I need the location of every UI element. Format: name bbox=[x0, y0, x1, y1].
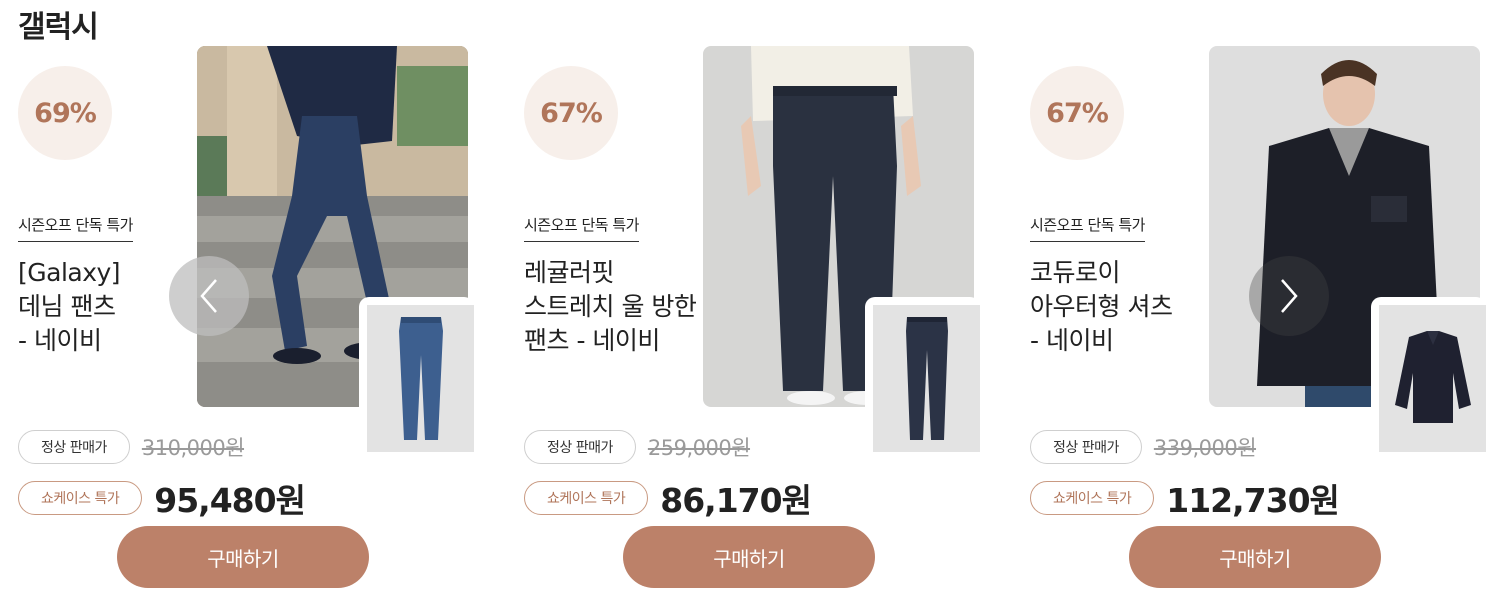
promo-tag: 시즌오프 단독 특가 bbox=[18, 214, 133, 242]
discount-badge: 67% bbox=[524, 66, 618, 160]
buy-button[interactable]: 구매하기 bbox=[623, 526, 875, 588]
chevron-right-icon bbox=[1281, 279, 1298, 313]
regular-price: 339,000원 bbox=[1153, 436, 1257, 460]
product-card-galaxy-denim[interactable]: 69% 시즌오프 단독 특가 [Galaxy] 데님 팬츠 - 네이비 정상 판… bbox=[18, 46, 498, 606]
regular-price: 310,000원 bbox=[141, 436, 245, 460]
regular-price-label: 정상 판매가 bbox=[1030, 430, 1142, 464]
regular-price-row: 정상 판매가 310,000원 bbox=[18, 430, 245, 464]
carousel-next-button[interactable] bbox=[1249, 256, 1329, 336]
product-name-line: [Galaxy] bbox=[18, 258, 121, 287]
special-price-row: 쇼케이스 특가 95,480원 bbox=[18, 474, 306, 522]
regular-price-row: 정상 판매가 259,000원 bbox=[524, 430, 751, 464]
product-thumbnail[interactable] bbox=[865, 297, 980, 460]
regular-price-row: 정상 판매가 339,000원 bbox=[1030, 430, 1257, 464]
product-thumbnail[interactable] bbox=[1371, 297, 1486, 460]
special-price-row: 쇼케이스 특가 86,170원 bbox=[524, 474, 812, 522]
product-name-line: 팬츠 - 네이비 bbox=[524, 326, 660, 355]
promo-tag: 시즌오프 단독 특가 bbox=[524, 214, 639, 242]
product-name-line: 레귤러핏 bbox=[524, 258, 615, 287]
special-price-label: 쇼케이스 특가 bbox=[1030, 481, 1155, 515]
special-price: 86,170원 bbox=[660, 481, 812, 520]
product-name[interactable]: [Galaxy] 데님 팬츠 - 네이비 bbox=[18, 256, 318, 358]
buy-button[interactable]: 구매하기 bbox=[117, 526, 369, 588]
discount-badge: 67% bbox=[1030, 66, 1124, 160]
product-card-regular-wool-pants[interactable]: 67% 시즌오프 단독 특가 레귤러핏 스트레치 울 방한 팬츠 - 네이비 정… bbox=[524, 46, 1004, 606]
product-name-line: 스트레치 울 방한 bbox=[524, 292, 697, 321]
special-price-row: 쇼케이스 특가 112,730원 bbox=[1030, 474, 1340, 522]
brand-title: 갤럭시 bbox=[18, 10, 99, 45]
product-name[interactable]: 레귤러핏 스트레치 울 방한 팬츠 - 네이비 bbox=[524, 256, 824, 358]
special-price-label: 쇼케이스 특가 bbox=[18, 481, 143, 515]
special-price: 95,480원 bbox=[154, 481, 306, 520]
special-price: 112,730원 bbox=[1166, 481, 1340, 520]
carousel-prev-button[interactable] bbox=[169, 256, 249, 336]
regular-price-label: 정상 판매가 bbox=[524, 430, 636, 464]
chevron-left-icon bbox=[200, 279, 217, 313]
product-name-line: 데님 팬츠 bbox=[18, 292, 116, 321]
product-thumbnail[interactable] bbox=[359, 297, 474, 460]
regular-price: 259,000원 bbox=[647, 436, 751, 460]
product-name-line: - 네이비 bbox=[18, 326, 102, 355]
promo-tag: 시즌오프 단독 특가 bbox=[1030, 214, 1145, 242]
special-price-label: 쇼케이스 특가 bbox=[524, 481, 649, 515]
buy-button[interactable]: 구매하기 bbox=[1129, 526, 1381, 588]
regular-price-label: 정상 판매가 bbox=[18, 430, 130, 464]
discount-badge: 69% bbox=[18, 66, 112, 160]
